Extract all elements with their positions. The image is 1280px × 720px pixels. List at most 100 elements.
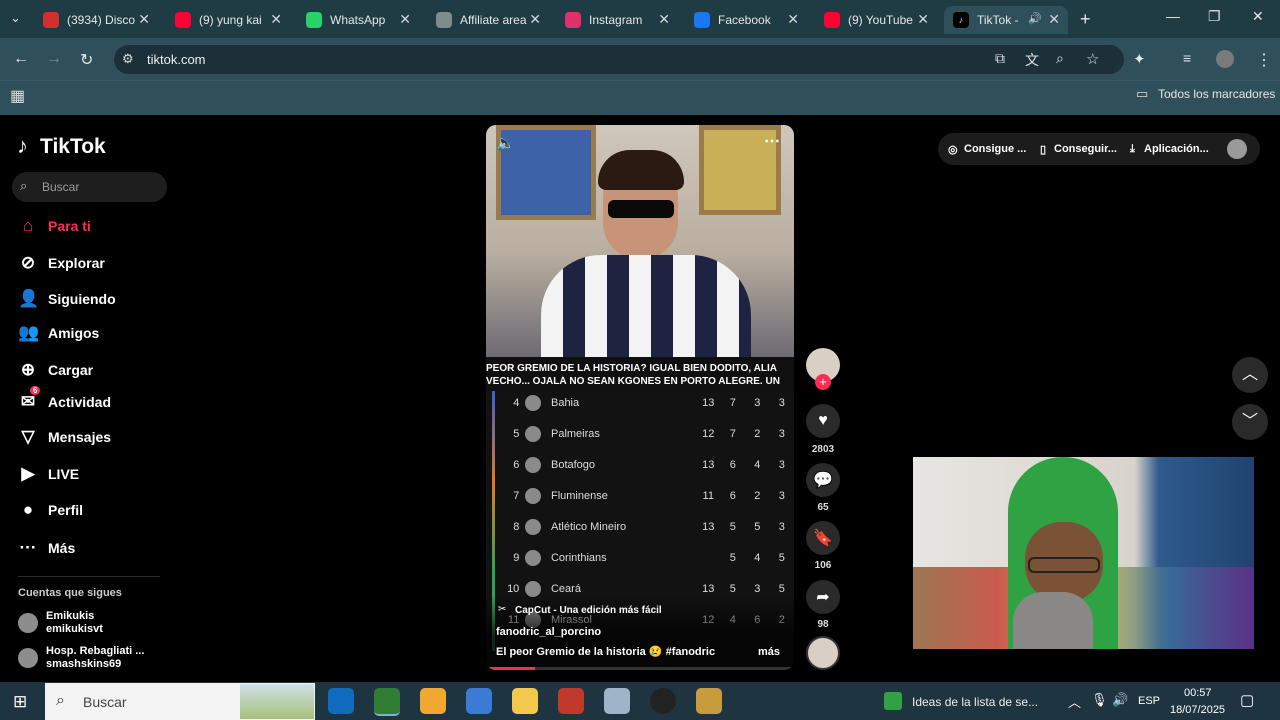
- media-control-icon[interactable]: ≡: [1183, 50, 1191, 66]
- tab-2[interactable]: (9) yung kai ✕: [166, 6, 290, 34]
- profile-avatar[interactable]: [1216, 50, 1234, 68]
- comment-icon[interactable]: 💬: [806, 463, 840, 497]
- capcut-link[interactable]: CapCut - Una edición más fácil: [515, 605, 662, 616]
- taskbar-search-icon: ⌕: [56, 692, 65, 709]
- following-account[interactable]: Emikukis emikukisvt: [18, 610, 168, 640]
- bookmark-star-icon[interactable]: ☆: [1086, 50, 1099, 68]
- reload-icon[interactable]: ↻: [80, 50, 93, 70]
- notifications-icon[interactable]: ▢: [1240, 691, 1254, 709]
- video-more-icon[interactable]: ⋯: [764, 131, 780, 151]
- widget-text[interactable]: Ideas de la lista de se...: [912, 695, 1038, 709]
- chrome-profile-icon[interactable]: [558, 688, 584, 714]
- store-icon[interactable]: [466, 688, 492, 714]
- sidebar-item-amigos[interactable]: 👥 Amigos: [18, 323, 99, 343]
- widget-icon[interactable]: [884, 692, 902, 710]
- restore-icon[interactable]: ❐: [1208, 8, 1221, 25]
- close-window-icon[interactable]: ✕: [1252, 8, 1264, 25]
- zoom-icon[interactable]: ⌕: [1056, 50, 1064, 67]
- windows-start-icon[interactable]: ⊞: [13, 692, 27, 712]
- mute-icon[interactable]: 🔈: [496, 134, 515, 152]
- sidebar-item-más[interactable]: ··· Más: [18, 538, 76, 558]
- tab-close-icon[interactable]: ✕: [270, 11, 282, 28]
- bookmark-icon[interactable]: 🔖: [806, 521, 840, 555]
- tab-close-icon[interactable]: ✕: [529, 11, 541, 28]
- tab-close-icon[interactable]: ✕: [1048, 11, 1060, 28]
- medal-icon[interactable]: [420, 688, 446, 714]
- search-input[interactable]: Buscar: [42, 180, 79, 194]
- tab-5[interactable]: Instagram ✕: [556, 6, 678, 34]
- author-name[interactable]: fanodric_al_porcino: [496, 626, 601, 638]
- forward-arrow-icon[interactable]: →: [46, 50, 62, 68]
- back-arrow-icon[interactable]: ←: [13, 50, 29, 68]
- desktop-app-button[interactable]: Aplicación...: [1144, 139, 1209, 159]
- tab-close-icon[interactable]: ✕: [399, 11, 411, 28]
- sidebar-item-label: Actividad: [48, 394, 112, 410]
- new-tab-plus-icon[interactable]: +: [1080, 9, 1091, 30]
- clock-date[interactable]: 18/07/2025: [1170, 704, 1225, 716]
- get-app-button[interactable]: Conseguir...: [1054, 139, 1117, 159]
- tab-close-icon[interactable]: ✕: [138, 11, 150, 28]
- previous-video-chevron-up-icon[interactable]: ︿: [1232, 357, 1268, 393]
- apps-grid-icon[interactable]: ▦: [10, 86, 25, 106]
- sound-disc-avatar[interactable]: [806, 636, 840, 670]
- tab-3[interactable]: WhatsApp ✕: [297, 6, 419, 34]
- chrome-icon[interactable]: [374, 688, 400, 716]
- tab-audio-icon[interactable]: 🔊: [1028, 12, 1042, 25]
- tab-4[interactable]: Affiliate area ✕: [427, 6, 549, 34]
- follow-plus-icon[interactable]: +: [815, 374, 831, 390]
- table-row: 5 Palmeiras 12 7 2 3: [486, 418, 794, 449]
- tab-6[interactable]: Facebook ✕: [685, 6, 807, 34]
- extensions-icon[interactable]: ✦: [1133, 50, 1146, 68]
- install-app-icon[interactable]: ⧉: [995, 50, 1005, 67]
- notification-badge: 6: [30, 386, 41, 395]
- more-link[interactable]: más: [758, 646, 780, 658]
- url-text[interactable]: tiktok.com: [147, 52, 206, 67]
- sidebar-item-actividad[interactable]: ✉ Actividad 6: [18, 386, 112, 412]
- tab-title: Facebook: [718, 13, 771, 27]
- sidebar-item-mensajes[interactable]: ▽ Mensajes: [18, 427, 111, 447]
- taskbar-search-input[interactable]: Buscar: [83, 694, 127, 710]
- row-position: 4: [513, 396, 520, 409]
- all-bookmarks-link[interactable]: Todos los marcadores: [1158, 87, 1275, 101]
- sidebar-item-cargar[interactable]: ⊕ Cargar: [18, 360, 93, 380]
- browser-menu-icon[interactable]: ⋮: [1256, 50, 1272, 70]
- site-info-icon[interactable]: ⚙: [122, 51, 134, 67]
- next-video-chevron-down-icon[interactable]: ﹀: [1232, 404, 1268, 440]
- sidebar-item-explorar[interactable]: ⊘ Explorar: [18, 253, 105, 273]
- sidebar-item-siguiendo[interactable]: 👤 Siguiendo: [18, 289, 116, 309]
- minimize-icon[interactable]: —: [1166, 8, 1180, 24]
- game-launcher-icon[interactable]: [696, 688, 722, 714]
- language-indicator[interactable]: ESP: [1138, 695, 1160, 707]
- progress-bar[interactable]: [486, 667, 794, 670]
- app-window-icon[interactable]: [604, 688, 630, 714]
- get-coins-button[interactable]: Consigue ...: [964, 139, 1026, 159]
- outlook-icon[interactable]: [328, 688, 354, 714]
- mic-icon[interactable]: 🎙: [1091, 692, 1108, 708]
- tab-7[interactable]: (9) YouTube ✕: [815, 6, 937, 34]
- clock-time[interactable]: 00:57: [1184, 687, 1212, 699]
- sidebar-item-live[interactable]: ▶ LIVE: [18, 464, 79, 484]
- volume-icon[interactable]: 🔊: [1112, 692, 1128, 708]
- video-player[interactable]: 🔈 ⋯ PEOR GREMIO DE LA HISTORIA? IGUAL BI…: [486, 125, 794, 670]
- sidebar-item-para-ti[interactable]: ⌂ Para ti: [18, 216, 91, 236]
- file-explorer-icon[interactable]: [512, 688, 538, 714]
- tab-search-chevron-icon[interactable]: ⌄: [10, 10, 21, 26]
- share-arrow-icon[interactable]: ➦: [806, 580, 840, 614]
- tiktok-logo-icon[interactable]: ♪: [17, 133, 28, 159]
- translate-icon[interactable]: 文: [1025, 50, 1039, 70]
- tab-close-icon[interactable]: ✕: [658, 11, 670, 28]
- following-account[interactable]: Hosp. Rebagliati ... smashskins69: [18, 645, 168, 675]
- search-box[interactable]: [12, 172, 167, 202]
- tray-chevron-icon[interactable]: ︿: [1068, 692, 1081, 711]
- tab-close-icon[interactable]: ✕: [787, 11, 799, 28]
- address-bar[interactable]: [114, 45, 1124, 74]
- tiktok-logo[interactable]: TikTok: [40, 135, 106, 159]
- tab-8[interactable]: ♪ TikTok - 🔊 ✕: [944, 6, 1068, 34]
- like-count: 2803: [811, 444, 835, 455]
- obs-icon[interactable]: [650, 688, 676, 714]
- like-heart-icon[interactable]: ♥: [806, 404, 840, 438]
- tab-1[interactable]: (3934) Disco ✕: [34, 6, 158, 34]
- user-avatar[interactable]: [1227, 139, 1247, 159]
- sidebar-item-perfil[interactable]: ● Perfil: [18, 500, 83, 520]
- tab-close-icon[interactable]: ✕: [917, 11, 929, 28]
